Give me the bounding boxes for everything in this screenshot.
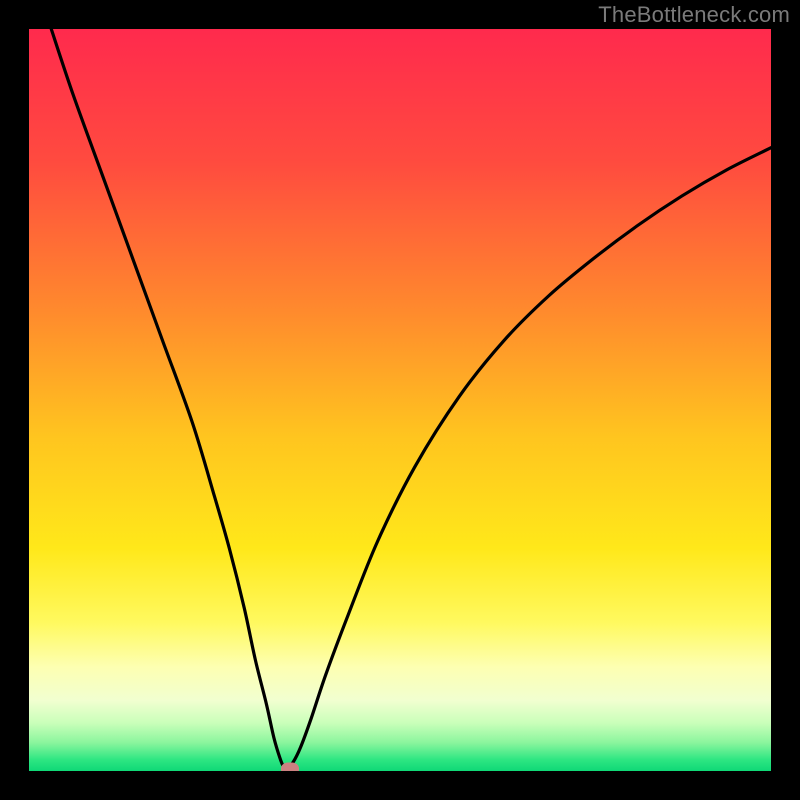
curve-layer bbox=[29, 29, 771, 771]
optimal-marker bbox=[281, 762, 299, 771]
plot-area bbox=[29, 29, 771, 771]
watermark-text: TheBottleneck.com bbox=[598, 2, 790, 28]
bottleneck-curve bbox=[51, 29, 771, 768]
chart-frame: TheBottleneck.com bbox=[0, 0, 800, 800]
